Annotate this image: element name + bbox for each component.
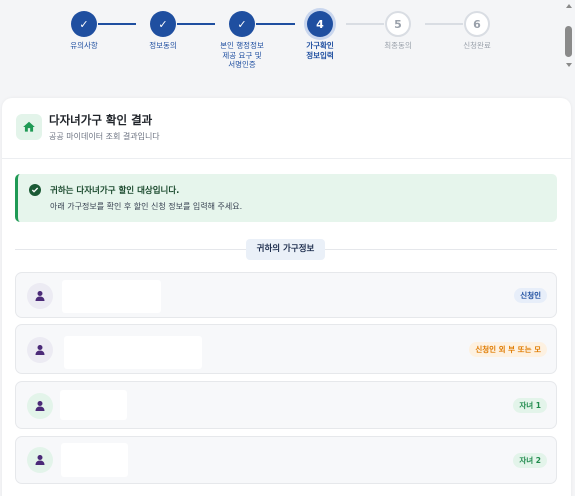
- check-circle-icon: [29, 184, 41, 196]
- person-icon: [27, 447, 53, 473]
- step-2: ✓ 정보동의: [123, 11, 203, 51]
- progress-stepper: ✓ 유의사항 ✓ 정보동의 ✓ 본인 행정정보 제공 요구 및 서명인증 4 가…: [0, 0, 563, 90]
- member-info-masked: [62, 280, 161, 313]
- household-member-row: 신청인 외 부 또는 모: [15, 324, 557, 374]
- person-icon: [27, 393, 53, 419]
- step-number: 5: [385, 11, 411, 37]
- role-badge: 신청인: [514, 288, 547, 303]
- role-badge: 자녀 1: [513, 398, 547, 413]
- household-section-label: 귀하의 가구정보: [246, 239, 325, 260]
- step-label: 신청완료: [463, 41, 491, 50]
- step-done-check-icon: ✓: [71, 11, 97, 37]
- household-member-row: 자녀 1: [15, 381, 557, 429]
- person-icon: [27, 337, 53, 363]
- scroll-down-arrow-icon[interactable]: [566, 63, 572, 67]
- alert-description: 아래 가구정보를 확인 후 할인 신청 정보를 입력해 주세요.: [50, 202, 243, 211]
- member-info-masked: [61, 443, 128, 477]
- role-badge: 신청인 외 부 또는 모: [469, 342, 547, 357]
- home-icon: [16, 114, 42, 140]
- step-label: 본인 행정정보 제공 요구 및 서명인증: [220, 41, 264, 69]
- role-badge: 자녀 2: [513, 453, 547, 468]
- household-member-row: 신청인: [15, 272, 557, 318]
- result-card: 다자녀가구 확인 결과 공공 마이데이터 조회 결과입니다 귀하는 다자녀가구 …: [2, 98, 571, 496]
- result-header: 다자녀가구 확인 결과 공공 마이데이터 조회 결과입니다: [2, 98, 571, 159]
- step-done-check-icon: ✓: [229, 11, 255, 37]
- person-icon: [27, 283, 53, 309]
- step-number: 6: [464, 11, 490, 37]
- step-label: 정보동의: [149, 41, 177, 50]
- member-info-masked: [60, 390, 127, 420]
- scroll-up-arrow-icon[interactable]: [566, 4, 572, 8]
- step-5: 5 최종동의: [358, 11, 438, 51]
- step-label: 유의사항: [70, 41, 98, 50]
- step-number: 4: [307, 11, 333, 37]
- alert-title: 귀하는 다자녀가구 할인 대상입니다.: [50, 186, 180, 196]
- step-label: 가구확인 정보입력: [306, 41, 334, 60]
- eligibility-alert: 귀하는 다자녀가구 할인 대상입니다. 아래 가구정보를 확인 후 할인 신청 …: [15, 174, 557, 222]
- step-done-check-icon: ✓: [150, 11, 176, 37]
- scroll-thumb[interactable]: [565, 26, 572, 57]
- member-info-masked: [64, 336, 202, 369]
- step-6: 6 신청완료: [437, 11, 517, 51]
- step-3: ✓ 본인 행정정보 제공 요구 및 서명인증: [202, 11, 282, 70]
- step-1: ✓ 유의사항: [44, 11, 124, 51]
- step-label: 최종동의: [384, 41, 412, 50]
- result-subtitle: 공공 마이데이터 조회 결과입니다: [49, 132, 160, 141]
- result-title: 다자녀가구 확인 결과: [49, 113, 153, 127]
- household-member-row: 자녀 2: [15, 436, 557, 484]
- step-4: 4 가구확인 정보입력: [280, 11, 360, 60]
